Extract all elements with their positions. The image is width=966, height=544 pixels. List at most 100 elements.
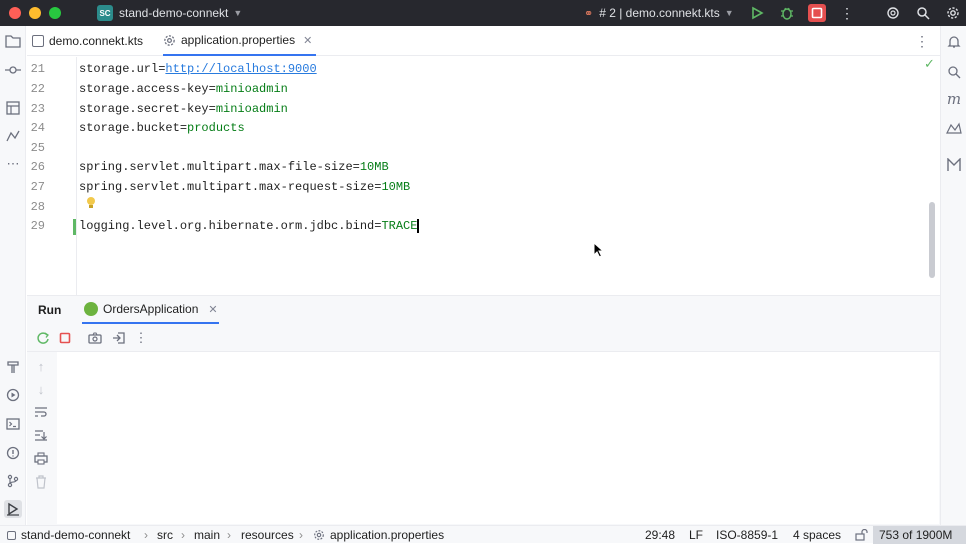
chevron-down-icon: ▼ [233, 8, 243, 18]
lightbulb-icon[interactable] [85, 196, 97, 213]
line-number: 23 [30, 102, 45, 116]
run-tab-orders-application[interactable]: OrdersApplication ✕ [82, 296, 219, 324]
kotlin-script-icon [32, 35, 44, 47]
close-run-tab-icon[interactable]: ✕ [208, 303, 217, 316]
code-line: storage.url=http://localhost:9000 [79, 62, 317, 76]
run-icon[interactable] [748, 4, 766, 22]
url-link[interactable]: http://localhost:9000 [165, 62, 316, 76]
code-line: spring.servlet.multipart.max-request-siz… [79, 180, 411, 194]
chevron-down-icon: ▼ [724, 8, 734, 18]
indent-setting[interactable]: 4 spaces [793, 528, 841, 542]
scroll-to-end-icon[interactable] [32, 426, 50, 444]
line-separator[interactable]: LF [689, 528, 703, 542]
line-number: 28 [30, 200, 45, 214]
services-icon[interactable] [4, 386, 22, 404]
console-output[interactable] [57, 352, 939, 524]
breadcrumb-separator: › [299, 528, 303, 542]
inspection-ok-icon[interactable]: ✓ [924, 56, 935, 72]
breadcrumb-project[interactable]: stand-demo-connekt [21, 528, 130, 542]
print-icon[interactable] [32, 449, 50, 467]
stop-icon[interactable] [808, 4, 826, 22]
run-configuration-selector[interactable]: ⚭ # 2 | demo.connekt.kts ▼ [584, 0, 734, 26]
breadcrumb-resources[interactable]: resources [241, 528, 294, 542]
http-icon: ⚭ [584, 7, 594, 20]
commit-icon[interactable] [4, 61, 22, 79]
title-bar: SC stand-demo-connekt ▼ ⚭ # 2 | demo.con… [0, 0, 966, 26]
zoom-window-button[interactable] [49, 7, 61, 19]
breadcrumb-separator: › [144, 528, 148, 542]
project-badge: SC [97, 5, 113, 21]
ai-assistant-icon[interactable] [884, 4, 902, 22]
terminal-icon[interactable] [4, 415, 22, 433]
build-icon[interactable] [4, 358, 22, 376]
line-number: 26 [30, 160, 45, 174]
right-tool-window-bar: m [940, 26, 966, 525]
line-number: 29 [30, 219, 45, 233]
rerun-icon[interactable] [34, 329, 52, 347]
settings-gear-icon[interactable] [944, 4, 962, 22]
code-line: storage.access-key=minioadmin [79, 82, 288, 96]
lock-icon[interactable] [855, 528, 868, 544]
structure-icon[interactable] [4, 99, 22, 117]
more-tools-icon[interactable]: ⋯ [4, 155, 22, 173]
folder-icon[interactable] [4, 32, 22, 50]
tab-label: demo.connekt.kts [49, 34, 144, 48]
problems-icon[interactable] [4, 444, 22, 462]
arrow-down-icon: ↓ [37, 381, 45, 397]
database-icon[interactable] [945, 119, 963, 137]
file-encoding[interactable]: ISO-8859-1 [716, 528, 778, 542]
tab-application-properties[interactable]: application.properties ✕ [163, 26, 317, 56]
close-tab-icon[interactable]: ✕ [303, 34, 312, 47]
code-editor[interactable]: 21 22 23 24 25 26 27 28 29 storage.url=h… [27, 56, 940, 295]
run-tool-window: Run OrdersApplication ✕ ⋮ ↑ ↓ [27, 295, 940, 525]
gradle-icon[interactable] [945, 156, 963, 174]
status-bar: stand-demo-connekt › src › main › resour… [0, 525, 966, 544]
breadcrumb-separator: › [227, 528, 231, 542]
line-number: 21 [30, 62, 45, 76]
project-selector[interactable]: SC stand-demo-connekt ▼ [97, 5, 242, 21]
breadcrumb-file[interactable]: application.properties [330, 528, 444, 542]
run-tool-icon[interactable] [4, 500, 22, 518]
ai-chat-icon[interactable] [945, 63, 963, 81]
more-run-options-icon[interactable]: ⋮ [132, 329, 150, 347]
debug-icon[interactable] [778, 4, 796, 22]
caret-position[interactable]: 29:48 [645, 528, 675, 542]
arrow-up-icon: ↑ [37, 358, 45, 374]
tab-demo-connekt-kts[interactable]: demo.connekt.kts [32, 26, 143, 56]
notifications-icon[interactable] [945, 33, 963, 51]
stop-run-icon[interactable] [56, 329, 74, 347]
soft-wrap-icon[interactable] [32, 403, 50, 421]
line-number: 22 [30, 82, 45, 96]
endpoints-icon[interactable] [4, 127, 22, 145]
code-line: logging.level.org.hibernate.orm.jdbc.bin… [79, 218, 419, 233]
maven-icon[interactable]: m [945, 90, 963, 108]
search-icon[interactable] [914, 4, 932, 22]
window-controls [9, 7, 61, 19]
spring-boot-icon [84, 302, 98, 316]
exit-icon[interactable] [110, 329, 128, 347]
change-marker[interactable] [73, 219, 76, 235]
memory-indicator[interactable]: 753 of 1900M [873, 526, 966, 544]
minimize-window-button[interactable] [29, 7, 41, 19]
more-actions-icon[interactable]: ⋮ [838, 4, 856, 22]
run-panel-header: Run OrdersApplication ✕ [27, 296, 940, 324]
breadcrumb-separator: › [181, 528, 185, 542]
editor-scrollbar[interactable] [929, 202, 935, 278]
run-toolbar: ⋮ [27, 324, 940, 352]
camera-icon[interactable] [86, 329, 104, 347]
run-config-label: # 2 | demo.connekt.kts [599, 6, 720, 20]
close-window-button[interactable] [9, 7, 21, 19]
line-number: 24 [30, 121, 45, 135]
line-number: 27 [30, 180, 45, 194]
tab-options-icon[interactable]: ⋮ [915, 33, 929, 50]
breadcrumb-src[interactable]: src [157, 528, 173, 542]
code-line: storage.secret-key=minioadmin [79, 102, 288, 116]
breadcrumb-main[interactable]: main [194, 528, 220, 542]
code-line: storage.bucket=products [79, 121, 245, 135]
text-caret [417, 218, 419, 233]
run-panel-title: Run [38, 303, 62, 317]
code-line: spring.servlet.multipart.max-file-size=1… [79, 160, 389, 174]
gear-icon [164, 34, 175, 46]
trash-icon [32, 473, 50, 491]
git-icon[interactable] [4, 472, 22, 490]
